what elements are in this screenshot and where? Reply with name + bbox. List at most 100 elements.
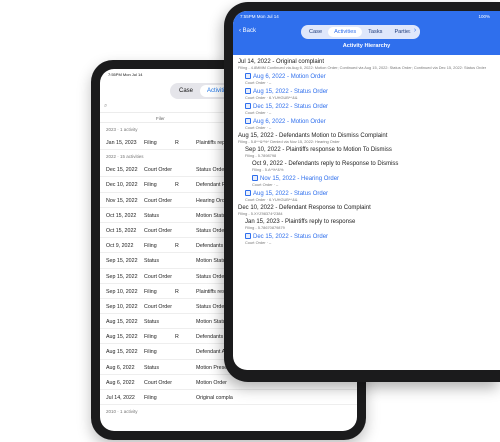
page-title: Activity Hierarchy — [342, 43, 391, 49]
tab-tasks[interactable]: Tasks — [362, 27, 388, 37]
item-title[interactable]: Nov 15, 2022 - Hearing Order — [260, 176, 339, 182]
item-subtitle: Filing - 5.78670879879 — [245, 224, 285, 230]
cell-type: Status — [144, 319, 160, 326]
hierarchy-item[interactable]: Jan 15, 2023 - Plaintiffs reply to respo… — [238, 219, 500, 231]
cell-type: Court Order — [144, 379, 172, 386]
cell-type: Filing — [144, 243, 157, 250]
document-icon — [245, 189, 251, 196]
item-title: Dec 10, 2022 - Defendant Response to Com… — [238, 204, 371, 211]
item-subtitle: Filing - 4.8MMM Continued via Aug 6, 202… — [238, 65, 487, 70]
cell-desc: Motion Order — [196, 379, 227, 386]
hierarchy-item[interactable]: Jul 14, 2022 - Original complaint Filing … — [238, 59, 500, 71]
document-icon — [245, 117, 251, 124]
cell-date: Sep 10, 2022 — [106, 288, 138, 295]
hierarchy-item[interactable]: Aug 6, 2022 - Motion Order Court Order · … — [238, 117, 500, 131]
hierarchy-item[interactable]: Oct 9, 2022 - Defendants reply to Respon… — [238, 161, 500, 173]
hierarchy-item[interactable]: Nov 15, 2022 - Hearing Order Court Order … — [238, 174, 500, 188]
cell-desc: Status Order — [196, 227, 227, 234]
cell-date: Sep 15, 2022 — [106, 273, 138, 280]
item-subtitle: Court Order · – — [245, 79, 272, 85]
front-tablet-screen: 7:55PM Mon Jul 14 100% ‹ Back Case Activ… — [233, 11, 500, 370]
marketing-image: 7:55PM Mon Jul 14 Case Activities ⌕ File… — [0, 0, 500, 442]
activity-hierarchy: Jul 14, 2022 - Original complaint Filing … — [233, 55, 500, 246]
search-icon: ⌕ — [104, 103, 108, 109]
item-subtitle: Court Order · 6.YUHGUB*^&& — [245, 196, 298, 202]
cell-type: Court Order — [144, 167, 172, 174]
back-label: Back — [242, 28, 257, 34]
cell-date: Dec 10, 2022 — [106, 182, 138, 189]
cell-desc: Status Order — [196, 303, 227, 310]
segmented-control: Case Activities Tasks Parties — [301, 25, 420, 39]
cell-date: Oct 9, 2022 — [106, 243, 134, 250]
item-title-row: Aug 6, 2022 - Motion Order — [245, 117, 500, 126]
cell-type: Status — [144, 364, 160, 371]
item-subtitle: Filing - 5.8^^&*%^ Denied via Nov 15, 20… — [238, 138, 340, 144]
item-subtitle: Filing - 5.XYZ98374*2384 — [238, 210, 283, 216]
hierarchy-item[interactable]: Dec 15, 2022 - Status Order Court Order ·… — [238, 102, 500, 116]
table-row[interactable]: Jul 14, 2022 Filing Original compla — [100, 390, 357, 406]
tab-case[interactable]: Case — [303, 27, 328, 37]
cell-type: Filing — [144, 140, 157, 146]
hierarchy-item[interactable]: Dec 15, 2022 - Status Order Court Order ·… — [238, 232, 500, 246]
item-title: Jan 15, 2023 - Plaintiffs reply to respo… — [245, 218, 356, 225]
item-title-row: Dec 15, 2022 - Status Order — [245, 232, 500, 241]
status-time: 7:55PM Mon Jul 14 — [108, 72, 143, 77]
item-title: Oct 9, 2022 - Defendants reply to Respon… — [252, 160, 399, 167]
cell-desc: Status Order — [196, 167, 227, 174]
item-title-row: Sep 10, 2022 - Plaintiffs response to Mo… — [245, 147, 500, 154]
item-subtitle: Court Order · 6.YUHGUB*^&& — [245, 94, 298, 100]
hierarchy-item[interactable]: Aug 15, 2022 - Status Order Court Order ·… — [238, 87, 500, 101]
cell-date: Oct 15, 2022 — [106, 212, 137, 219]
cell-date: Aug 6, 2022 — [106, 364, 135, 371]
document-icon — [245, 232, 251, 239]
item-title-row: Aug 6, 2022 - Motion Order — [245, 72, 500, 81]
cell-party: R — [175, 182, 179, 189]
cell-date: Aug 15, 2022 — [106, 349, 138, 356]
tab-case[interactable]: Case — [172, 85, 200, 97]
item-subtitle: Court Order · – — [245, 124, 272, 130]
item-subtitle: Court Order · – — [245, 239, 272, 245]
cell-type: Court Order — [144, 227, 172, 234]
cell-type: Court Order — [144, 303, 172, 310]
cell-party: R — [175, 288, 179, 295]
hierarchy-item[interactable]: Aug 15, 2022 - Status Order Court Order ·… — [238, 189, 500, 203]
back-button[interactable]: ‹ Back — [239, 28, 256, 34]
cell-type: Court Order — [144, 273, 172, 280]
tab-activities[interactable]: Activities — [328, 27, 363, 37]
cell-party: R — [175, 243, 179, 250]
cell-type: Filing — [144, 395, 157, 401]
cell-type: Filing — [144, 334, 157, 341]
item-title[interactable]: Aug 15, 2022 - Status Order — [253, 191, 328, 197]
item-title[interactable]: Dec 15, 2022 - Status Order — [253, 234, 328, 240]
cell-date: Jul 14, 2022 — [106, 395, 135, 401]
item-subtitle: Filing - 5.A^%*&% — [252, 166, 284, 172]
cell-desc: Plaintiffs resp — [196, 288, 228, 295]
hierarchy-item[interactable]: Dec 10, 2022 - Defendant Response to Com… — [238, 205, 500, 217]
cell-date: Aug 6, 2022 — [106, 379, 135, 386]
cell-date: Sep 10, 2022 — [106, 303, 138, 310]
cell-date: Aug 15, 2022 — [106, 319, 138, 326]
document-icon — [245, 102, 251, 109]
section-header: 2010 · 1 activity — [106, 409, 138, 415]
hierarchy-item[interactable]: Aug 15, 2022 - Defendants Motion to Dism… — [238, 133, 500, 145]
cell-type: Filing — [144, 182, 157, 189]
cell-type: Status — [144, 258, 160, 265]
header: 7:55PM Mon Jul 14 100% ‹ Back Case Activ… — [233, 11, 500, 55]
chevron-right-icon[interactable]: › — [410, 26, 420, 36]
cell-type: Status — [144, 212, 160, 219]
cell-type: Filing — [144, 349, 157, 356]
hierarchy-item[interactable]: Sep 10, 2022 - Plaintiffs response to Mo… — [238, 147, 500, 159]
cell-date: Jan 15, 2023 — [106, 140, 137, 146]
item-subtitle: Court Order · – — [245, 109, 272, 115]
front-tablet: 7:55PM Mon Jul 14 100% ‹ Back Case Activ… — [224, 2, 500, 382]
item-subtitle: Filing - 5.7898798 — [245, 152, 277, 158]
document-icon — [245, 72, 251, 79]
status-bar: 7:55PM Mon Jul 14 100% — [233, 11, 500, 21]
column-header-filer: Filer — [156, 116, 165, 121]
item-title: Sep 10, 2022 - Plaintiffs response to Mo… — [245, 146, 392, 153]
cell-date: Nov 15, 2022 — [106, 197, 138, 204]
hierarchy-item[interactable]: Aug 6, 2022 - Motion Order Court Order · … — [238, 72, 500, 86]
item-title-row: Oct 9, 2022 - Defendants reply to Respon… — [252, 161, 500, 168]
cell-desc: Status Order — [196, 273, 227, 280]
cell-party: R — [175, 140, 179, 146]
